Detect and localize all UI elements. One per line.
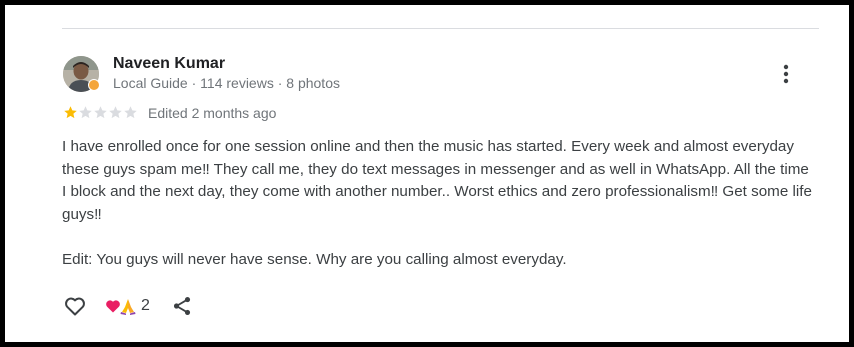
star-filled-icon <box>64 106 77 119</box>
review-paragraph: I have enrolled once for one session onl… <box>62 138 812 223</box>
author-meta: Local Guide · 114 reviews · 8 photos <box>113 75 340 91</box>
star-empty-icon <box>94 106 107 119</box>
divider <box>62 28 819 29</box>
more-vert-icon <box>783 64 789 84</box>
share-button[interactable] <box>171 295 193 317</box>
like-button[interactable] <box>63 294 87 318</box>
heart-outline-icon <box>65 297 85 316</box>
reaction-count: 2 <box>141 297 150 314</box>
star-empty-icon <box>109 106 122 119</box>
more-options-button[interactable] <box>773 61 799 87</box>
reactions-summary[interactable]: 2 <box>105 296 150 316</box>
heart-emoji-icon <box>106 300 120 313</box>
review-paragraph: Edit: You guys will never have sense. Wh… <box>62 250 567 268</box>
review-card: Naveen Kumar Local Guide · 114 reviews ·… <box>5 5 849 342</box>
author-name[interactable]: Naveen Kumar <box>113 55 225 73</box>
edited-timestamp: Edited 2 months ago <box>148 105 277 121</box>
star-empty-icon <box>79 106 92 119</box>
share-icon <box>173 297 191 315</box>
review-text: I have enrolled once for one session onl… <box>62 136 812 271</box>
local-guide-badge-icon <box>88 79 100 91</box>
star-empty-icon <box>124 106 137 119</box>
praying-hands-emoji-icon <box>120 298 136 315</box>
star-rating <box>63 105 138 120</box>
